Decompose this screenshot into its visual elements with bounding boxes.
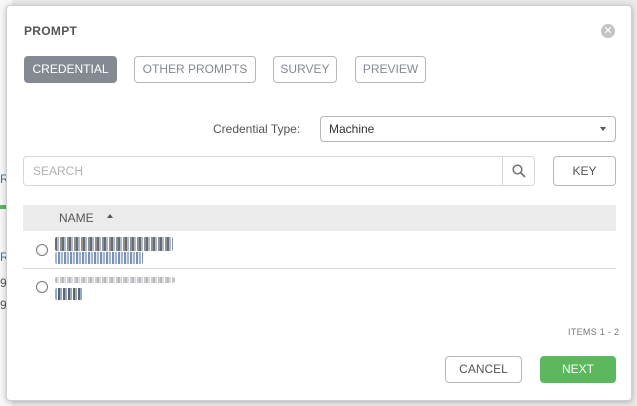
credential-type-value: Machine xyxy=(329,122,375,136)
row-radio[interactable] xyxy=(36,244,48,256)
redacted-description xyxy=(55,288,83,300)
caret-down-icon xyxy=(600,127,606,131)
sort-ascending-icon[interactable] xyxy=(107,214,113,218)
search-icon xyxy=(512,164,526,178)
items-count: ITEMS 1 - 2 xyxy=(568,327,620,337)
cancel-button[interactable]: CANCEL xyxy=(445,356,522,383)
table-row[interactable] xyxy=(23,269,616,306)
table-row[interactable] xyxy=(23,232,616,269)
search-button[interactable] xyxy=(502,157,534,185)
search-input[interactable] xyxy=(24,157,502,185)
credential-type-label: Credential Type: xyxy=(213,122,301,136)
tab-survey[interactable]: SURVEY xyxy=(273,56,337,83)
redacted-name xyxy=(55,277,175,283)
close-icon[interactable]: ✕ xyxy=(601,24,615,38)
column-header-name[interactable]: NAME xyxy=(59,211,94,225)
search-box xyxy=(23,156,535,186)
prompt-modal: PROMPT ✕ CREDENTIAL OTHER PROMPTS SURVEY… xyxy=(6,5,632,401)
key-button[interactable]: KEY xyxy=(553,156,616,186)
next-button[interactable]: NEXT xyxy=(540,356,616,383)
redacted-description xyxy=(55,252,143,264)
table-header: NAME xyxy=(23,205,616,231)
tab-preview[interactable]: PREVIEW xyxy=(355,56,426,83)
tab-other-prompts[interactable]: OTHER PROMPTS xyxy=(134,56,256,83)
redacted-name xyxy=(55,237,173,251)
tab-credential[interactable]: CREDENTIAL xyxy=(24,56,117,83)
modal-title: PROMPT xyxy=(24,24,78,38)
credential-type-select[interactable]: Machine xyxy=(320,116,616,142)
row-radio[interactable] xyxy=(36,281,48,293)
